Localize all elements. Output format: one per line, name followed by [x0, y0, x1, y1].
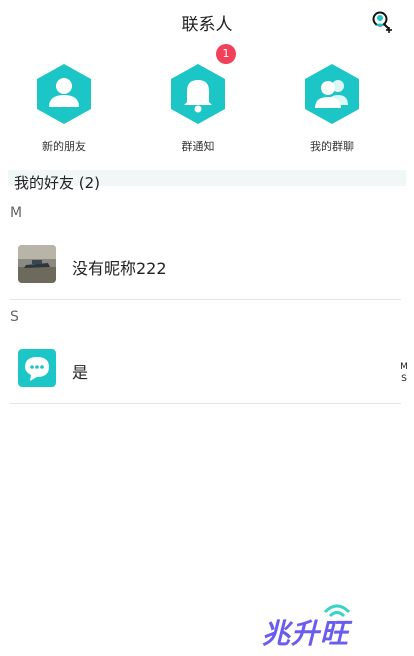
photo-avatar [18, 245, 56, 283]
group-icon [305, 64, 359, 124]
contact-row[interactable]: 是 [10, 332, 401, 404]
new-friends-label: 新的朋友 [42, 140, 86, 153]
header: 联系人 [0, 0, 414, 44]
group-letter-s: S [10, 309, 19, 325]
bell-icon [171, 64, 225, 124]
add-contact-icon [372, 11, 392, 33]
contact-name: 没有昵称222 [72, 259, 167, 278]
page-title: 联系人 [181, 15, 233, 35]
friends-section-title: 我的好友 (2) [14, 174, 101, 192]
my-groups-button[interactable]: 我的群聊 [272, 58, 392, 162]
contact-name: 是 [72, 363, 89, 382]
contact-row[interactable]: 没有昵称222 [10, 228, 401, 300]
index-letter-m[interactable]: M [398, 361, 410, 373]
group-notice-label: 群通知 [181, 140, 215, 153]
new-friends-button[interactable]: 新的朋友 [4, 58, 124, 162]
add-contact-button[interactable] [370, 10, 394, 34]
user-icon [37, 64, 91, 124]
my-groups-label: 我的群聊 [310, 140, 354, 153]
shortcut-row: 新的朋友 1 群通知 我的群聊 [0, 44, 414, 162]
chat-bubble-avatar [18, 349, 56, 387]
group-notice-button[interactable]: 1 群通知 [138, 44, 258, 162]
wifi-icon [323, 604, 351, 618]
group-letter-m: M [10, 205, 23, 221]
notification-badge: 1 [216, 44, 236, 64]
alphabet-index-bar[interactable]: M S [398, 361, 410, 385]
watermark-logo: 兆升旺 [262, 604, 351, 652]
index-letter-s[interactable]: S [398, 373, 410, 385]
